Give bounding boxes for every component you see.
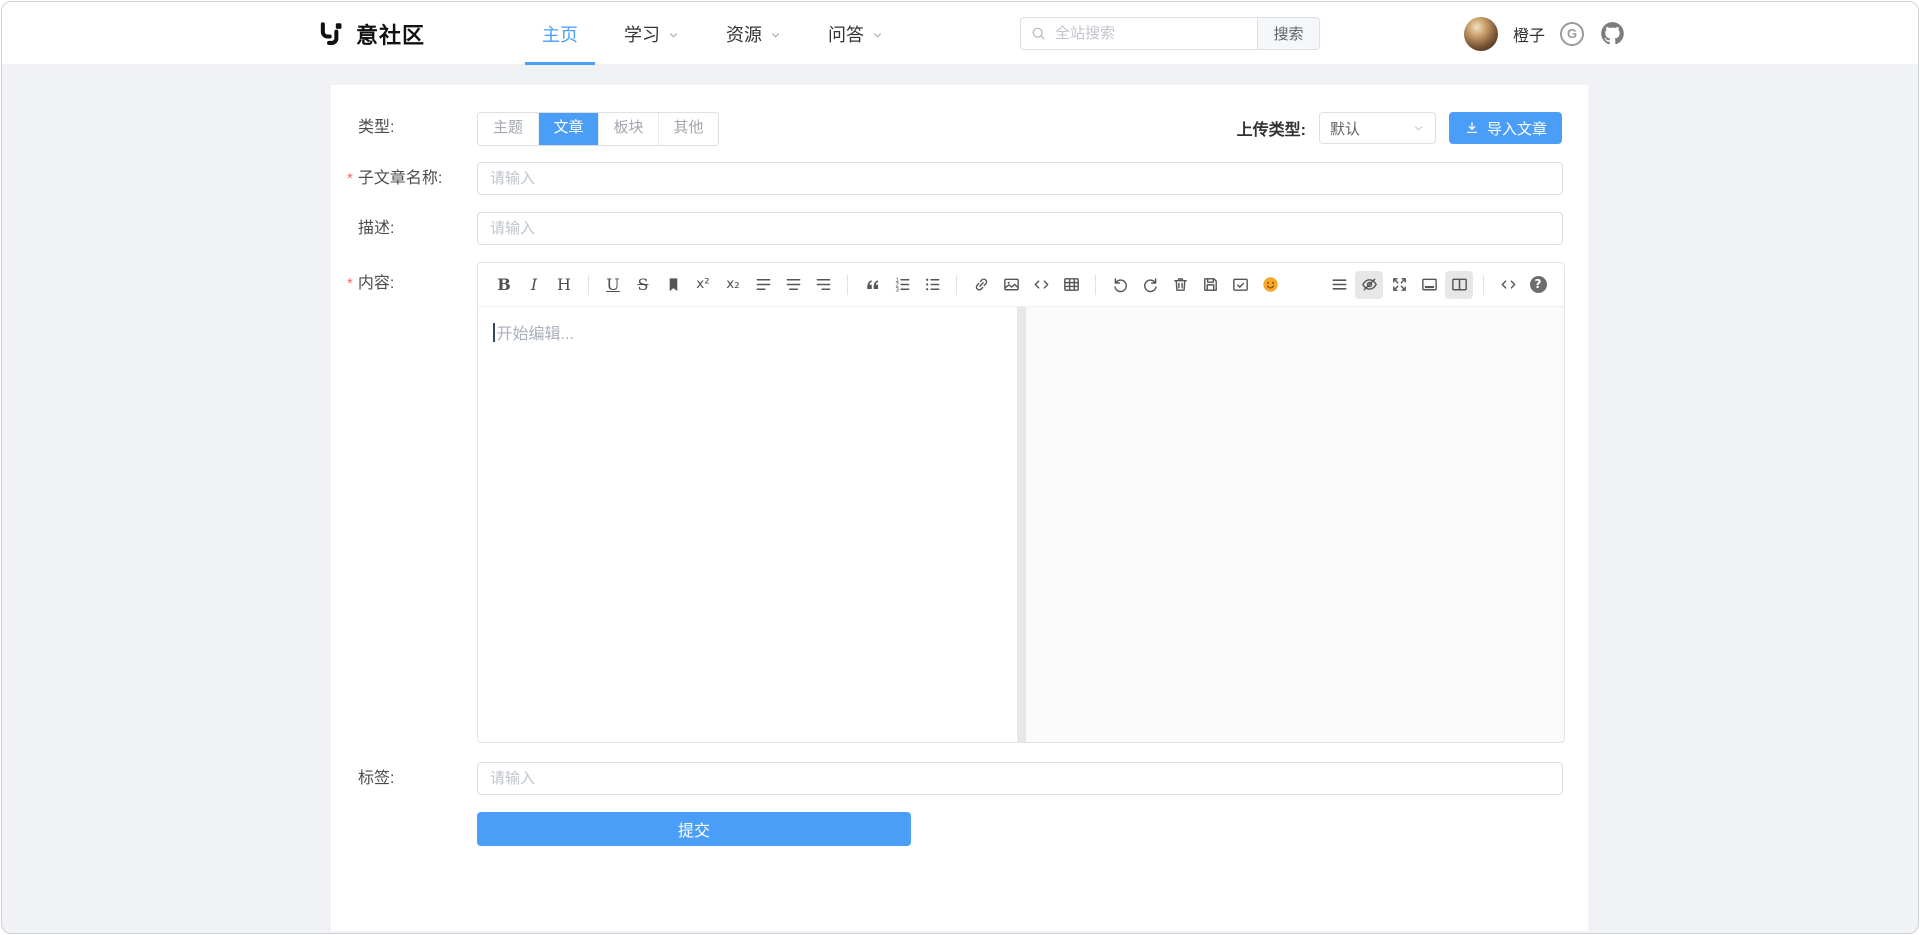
chevron-down-icon (1412, 122, 1425, 135)
description-input[interactable] (477, 212, 1563, 245)
avatar[interactable] (1464, 17, 1498, 51)
tags-label: 标签: (358, 762, 394, 795)
navbar: 意社区 主页 学习 资源 问答 搜索 橙子 G (2, 2, 1918, 65)
type-option[interactable]: 其他 (658, 113, 718, 145)
bold-icon[interactable]: B (490, 271, 518, 299)
markdown-editor: BIHUSx²x₂ 123 ? 开始编辑... (477, 262, 1565, 743)
help-icon[interactable]: ? (1524, 271, 1552, 299)
download-icon (1464, 120, 1480, 136)
link-icon[interactable] (967, 271, 995, 299)
import-article-button[interactable]: 导入文章 (1449, 112, 1562, 144)
preview-toggle-icon[interactable] (1355, 271, 1383, 299)
window-icon[interactable] (1415, 271, 1443, 299)
heading-icon[interactable]: H (550, 271, 578, 299)
logo-title: 意社区 (356, 18, 425, 50)
pane-resize-handle[interactable] (1017, 307, 1026, 742)
image-icon[interactable] (997, 271, 1025, 299)
type-label: 类型: (358, 112, 394, 144)
emoji-icon[interactable] (1256, 271, 1284, 299)
save-icon[interactable] (1196, 271, 1224, 299)
italic-icon[interactable]: I (520, 271, 548, 299)
bookmark-icon[interactable] (659, 271, 687, 299)
user-area: 橙子 G (1464, 2, 1626, 65)
chevron-down-icon (769, 29, 782, 42)
nav-item-label: 问答 (828, 21, 864, 47)
toolbar-right-group: ? (1325, 271, 1552, 299)
editor-panes: 开始编辑... (478, 307, 1564, 742)
quote-icon[interactable] (858, 271, 886, 299)
description-label: 描述: (358, 212, 394, 245)
submit-button[interactable]: 提交 (477, 812, 911, 846)
code-icon[interactable] (1027, 271, 1055, 299)
main-nav: 主页 学习 资源 问答 (542, 2, 884, 65)
nav-item[interactable]: 资源 (726, 2, 782, 65)
unordered-list-icon[interactable] (918, 271, 946, 299)
article-name-label: 子文章名称: (347, 162, 442, 195)
search-input[interactable] (1020, 17, 1258, 50)
content-label: 内容: (347, 262, 394, 306)
editor-input-pane[interactable]: 开始编辑... (478, 307, 1017, 742)
upload-group: 上传类型: 默认 导入文章 (1237, 112, 1562, 144)
toolbar-left-group: BIHUSx²x₂ 123 (490, 271, 1284, 299)
import-article-label: 导入文章 (1487, 118, 1547, 139)
code-icon[interactable] (1494, 271, 1522, 299)
fullscreen-icon[interactable] (1385, 271, 1413, 299)
toolbar-divider (588, 275, 589, 295)
upload-type-select[interactable]: 默认 (1319, 112, 1436, 144)
logo-icon (318, 20, 345, 47)
search-icon (1030, 25, 1047, 47)
editor-toolbar: BIHUSx²x₂ 123 ? (478, 263, 1564, 307)
ordered-list-icon[interactable]: 123 (888, 271, 916, 299)
strike-icon[interactable]: S (629, 271, 657, 299)
editor-placeholder: 开始编辑... (493, 320, 574, 344)
sup-icon[interactable]: x² (689, 271, 717, 299)
gitee-icon[interactable]: G (1560, 22, 1584, 46)
nav-item-label: 主页 (542, 21, 578, 47)
logo[interactable]: 意社区 (318, 2, 425, 65)
upload-type-label: 上传类型: (1237, 116, 1306, 140)
nav-item-label: 学习 (624, 21, 660, 47)
type-option[interactable]: 文章 (538, 113, 598, 145)
undo-icon[interactable] (1106, 271, 1134, 299)
chevron-down-icon (667, 29, 680, 42)
table-icon[interactable] (1057, 271, 1085, 299)
article-name-input[interactable] (477, 162, 1563, 195)
editor-preview-pane (1026, 307, 1564, 742)
toolbar-divider (1095, 275, 1096, 295)
nav-item[interactable]: 学习 (624, 2, 680, 65)
folder-check-icon[interactable] (1226, 271, 1254, 299)
username: 橙子 (1513, 22, 1545, 46)
trash-icon[interactable] (1166, 271, 1194, 299)
align-right-icon[interactable] (809, 271, 837, 299)
align-center-icon[interactable] (779, 271, 807, 299)
search-button[interactable]: 搜索 (1258, 17, 1320, 50)
toolbar-divider (956, 275, 957, 295)
type-segmented: 主题文章板块其他 (477, 112, 719, 146)
app-window: 意社区 主页 学习 资源 问答 搜索 橙子 G 类型: 主题文章板块其他 上传类型: … (1, 1, 1919, 934)
type-option[interactable]: 板块 (598, 113, 658, 145)
split-icon[interactable] (1445, 271, 1473, 299)
nav-item[interactable]: 主页 (542, 2, 578, 65)
form-card: 类型: 主题文章板块其他 上传类型: 默认 导入文章 子文章名称: 描述: 内容… (331, 85, 1588, 931)
toolbar-divider (847, 275, 848, 295)
svg-text:3: 3 (895, 286, 899, 293)
type-option[interactable]: 主题 (478, 113, 538, 145)
upload-type-value: 默认 (1330, 118, 1360, 139)
search-box: 搜索 (1020, 17, 1320, 50)
nav-item-label: 资源 (726, 21, 762, 47)
sub-icon[interactable]: x₂ (719, 271, 747, 299)
redo-icon[interactable] (1136, 271, 1164, 299)
nav-item[interactable]: 问答 (828, 2, 884, 65)
toolbar-divider (1483, 275, 1484, 295)
github-icon[interactable] (1599, 20, 1626, 47)
menu-icon[interactable] (1325, 271, 1353, 299)
align-left-icon[interactable] (749, 271, 777, 299)
tags-input[interactable] (477, 762, 1563, 795)
chevron-down-icon (871, 29, 884, 42)
underline-icon[interactable]: U (599, 271, 627, 299)
